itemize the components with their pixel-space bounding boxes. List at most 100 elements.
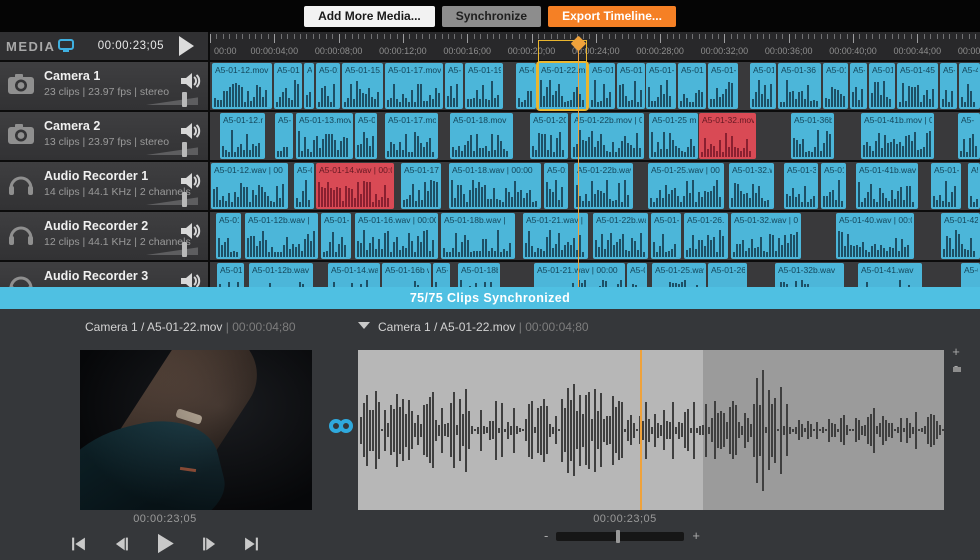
- clip[interactable]: A5-01: [216, 213, 241, 259]
- clip[interactable]: A5-01-12b.wav: [249, 263, 313, 287]
- clip[interactable]: A5-01-16.wav | 00:00: [355, 213, 438, 259]
- clip[interactable]: A5-01-41.wav: [858, 263, 922, 287]
- clip[interactable]: A5-01: [544, 163, 568, 209]
- volume-handle[interactable]: [182, 192, 187, 207]
- chevron-down-icon[interactable]: [358, 322, 370, 329]
- speaker-icon[interactable]: [179, 71, 201, 91]
- clip[interactable]: A5-01-22b.wav: [574, 163, 633, 209]
- clip[interactable]: A5-01-18b: [458, 263, 500, 287]
- speaker-icon[interactable]: [179, 271, 201, 287]
- clip[interactable]: A5-01-21: [516, 63, 536, 109]
- clip[interactable]: A5: [304, 63, 314, 109]
- clip[interactable]: A5-01-22b.wav: [593, 213, 648, 259]
- clip[interactable]: A5-01-: [678, 63, 706, 109]
- clip[interactable]: A5-0: [275, 113, 293, 159]
- clip[interactable]: A5-01-: [931, 163, 961, 209]
- clip[interactable]: A5-01-22.mov: [538, 63, 587, 109]
- skip-start-button[interactable]: [70, 536, 87, 552]
- clip[interactable]: A5-01-42: [941, 213, 980, 259]
- clip[interactable]: A5: [968, 163, 980, 209]
- clip[interactable]: A5-01-26b: [708, 263, 747, 287]
- clip[interactable]: A5-: [958, 113, 980, 159]
- clip[interactable]: A5-0: [433, 263, 450, 287]
- clip[interactable]: A5-01-18.wav | 00:00: [449, 163, 541, 209]
- clip[interactable]: A5-01-36 m: [778, 63, 821, 109]
- link-sync-icon[interactable]: [328, 417, 354, 440]
- synchronize-button[interactable]: Synchronize: [442, 6, 541, 27]
- clip[interactable]: A5-01-12.mov: [212, 63, 272, 109]
- time-ruler[interactable]: 00:0000:00:04;0000:00:08;0000:00:12;0000…: [210, 32, 980, 60]
- skip-end-button[interactable]: [243, 536, 260, 552]
- media-track-row-5[interactable]: Audio Recorder 3: [0, 262, 208, 287]
- zoom-slider-handle[interactable]: [616, 530, 620, 543]
- add-more-media-button[interactable]: Add More Media...: [304, 6, 435, 27]
- media-track-row-2[interactable]: Camera 213 clips | 23.97 fps | stereo: [0, 112, 208, 160]
- clip[interactable]: A5-01: [869, 63, 895, 109]
- zoom-slider[interactable]: [556, 532, 684, 541]
- clip[interactable]: A5-01-22b.mov | 0: [571, 113, 644, 159]
- play-button[interactable]: [155, 533, 175, 554]
- clip[interactable]: A5-4: [959, 63, 980, 109]
- clip[interactable]: A5-01-45 m: [897, 63, 938, 109]
- export-timeline-button[interactable]: Export Timeline...: [548, 6, 676, 27]
- clip[interactable]: A5-01-32.wav | 0: [731, 213, 801, 259]
- clip[interactable]: A5-01-36: [784, 163, 818, 209]
- clip[interactable]: A5-01-18: [445, 63, 463, 109]
- volume-slider[interactable]: [146, 146, 198, 155]
- vertical-zoom-in-button[interactable]: +: [948, 345, 964, 359]
- clip[interactable]: A5-01-19: [465, 63, 503, 109]
- clip[interactable]: A5-01-32b.wav: [775, 263, 844, 287]
- clip[interactable]: A5-01-25.wav | 00: [648, 163, 724, 209]
- clip[interactable]: A5-01: [940, 63, 957, 109]
- clip[interactable]: A5-01-: [961, 263, 980, 287]
- waveform-detail-panel[interactable]: [358, 350, 944, 510]
- clip[interactable]: A5-01-1: [321, 213, 351, 259]
- clip[interactable]: A5-01-36b.: [791, 113, 834, 159]
- clip[interactable]: A5-01-2: [651, 213, 681, 259]
- clip[interactable]: A5-01-18b.wav |: [441, 213, 515, 259]
- volume-slider[interactable]: [146, 96, 198, 105]
- speaker-icon[interactable]: [179, 121, 201, 141]
- clip[interactable]: A5-01-18.mov: [450, 113, 513, 159]
- clip[interactable]: A5-0: [627, 263, 647, 287]
- clip[interactable]: A5-01-16b w: [382, 263, 431, 287]
- clip[interactable]: A5-01-17.mov: [385, 63, 443, 109]
- volume-handle[interactable]: [182, 92, 187, 107]
- volume-slider[interactable]: [146, 196, 198, 205]
- clip[interactable]: A5-01-15.m: [342, 63, 383, 109]
- clip[interactable]: A5-01-32.w: [729, 163, 774, 209]
- clip[interactable]: A5-01-14.wav | 00:0: [316, 163, 394, 209]
- clip[interactable]: A5-01: [355, 113, 377, 159]
- clip[interactable]: A5-01: [823, 63, 848, 109]
- clip[interactable]: A5-01-1: [646, 63, 676, 109]
- clip[interactable]: A5-01: [821, 163, 846, 209]
- clip[interactable]: A5-01-: [217, 263, 244, 287]
- clip[interactable]: A5-01-25.wav: [652, 263, 706, 287]
- clip[interactable]: A5-01: [316, 63, 340, 109]
- clip[interactable]: A5-01-3: [708, 63, 738, 109]
- clip[interactable]: A5-01-17.mov: [385, 113, 438, 159]
- play-button-master[interactable]: [179, 36, 194, 56]
- clip[interactable]: A5-01-25 m: [649, 113, 698, 159]
- clip[interactable]: A5-01-20: [530, 113, 568, 159]
- clip[interactable]: A5-01-41b.wav: [856, 163, 918, 209]
- clip[interactable]: A5-0: [294, 163, 314, 209]
- media-track-row-4[interactable]: Audio Recorder 212 clips | 44.1 KHz | 2 …: [0, 212, 208, 260]
- step-forward-button[interactable]: [201, 536, 218, 552]
- speaker-icon[interactable]: [179, 171, 201, 191]
- vertical-zoom-handle[interactable]: [953, 367, 961, 372]
- clip[interactable]: A5-01-24: [617, 63, 645, 109]
- clip[interactable]: A5-01-40.wav | 00:0: [836, 213, 914, 259]
- clip[interactable]: A5-01-17b.: [401, 163, 441, 209]
- clip[interactable]: A5-01-21.wav | 00:00: [534, 263, 625, 287]
- zoom-out-button[interactable]: -: [544, 530, 548, 542]
- speaker-icon[interactable]: [179, 221, 201, 241]
- clip[interactable]: A5-01-12b.wav |: [245, 213, 318, 259]
- clip[interactable]: A5-01-: [750, 63, 776, 109]
- clip[interactable]: A5-01-32.mov: [699, 113, 756, 159]
- clip[interactable]: A5-01-13.mov: [296, 113, 353, 159]
- media-track-row-1[interactable]: Camera 123 clips | 23.97 fps | stereo: [0, 62, 208, 110]
- clip[interactable]: A5-01-41b.mov | 00:00: [861, 113, 934, 159]
- clip[interactable]: A5-01-14.wav: [328, 263, 380, 287]
- zoom-in-button[interactable]: +: [692, 530, 700, 542]
